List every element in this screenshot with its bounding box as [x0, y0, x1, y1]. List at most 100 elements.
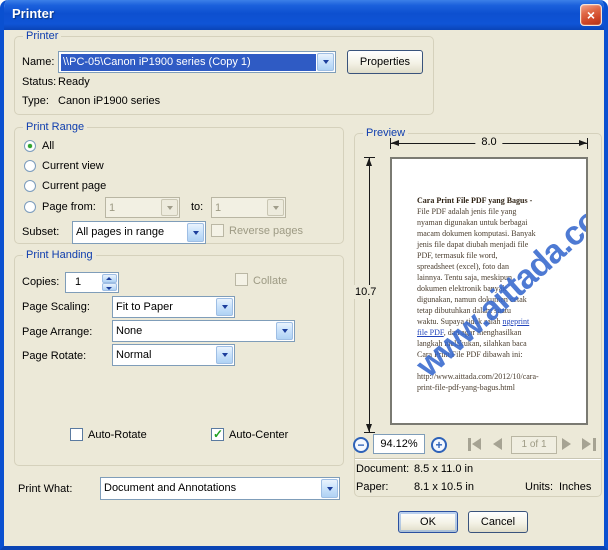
collate-checkbox	[235, 273, 248, 286]
minus-icon: −	[357, 438, 365, 452]
last-page-button[interactable]	[582, 438, 591, 450]
height-dimension-value: 10.7	[352, 285, 380, 299]
first-page-icon[interactable]	[468, 438, 471, 451]
spin-up-icon[interactable]	[102, 274, 117, 283]
cancel-button[interactable]: Cancel	[468, 511, 528, 533]
zoom-out-button[interactable]: −	[353, 437, 369, 453]
properties-button[interactable]: Properties	[347, 50, 423, 74]
width-dimension: 8.0	[390, 136, 588, 149]
zoom-level-value: 94.12%	[380, 438, 418, 450]
auto-center-label: Auto-Center	[229, 429, 289, 441]
radio-all-label: All	[42, 140, 55, 152]
auto-rotate-checkbox[interactable]	[70, 428, 83, 441]
collate-label: Collate	[253, 275, 288, 287]
last-page-icon[interactable]	[593, 438, 596, 451]
printer-name-label: Name:	[22, 56, 55, 68]
print-what-select[interactable]: Document and Annotations	[100, 477, 340, 500]
document-size-value: 8.5 x 11.0 in	[414, 463, 474, 475]
copies-stepper[interactable]: 1	[65, 272, 119, 293]
paper-size-value: 8.1 x 10.5 in	[414, 481, 474, 493]
printer-name-value: \\PC-05\Canon iP1900 series (Copy 1)	[61, 54, 316, 71]
chevron-down-icon[interactable]	[216, 298, 233, 316]
radio-current-page[interactable]	[24, 180, 36, 192]
subset-select[interactable]: All pages in range	[72, 221, 206, 244]
page-from-input: 1	[105, 197, 180, 218]
chevron-down-icon[interactable]	[317, 53, 334, 71]
units-value: Inches	[559, 481, 592, 493]
ok-button-label: OK	[420, 516, 436, 528]
zoom-level-input[interactable]: 94.12%	[373, 434, 425, 454]
spin-down-icon[interactable]	[102, 282, 117, 291]
radio-all[interactable]	[24, 140, 36, 152]
print-what-value: Document and Annotations	[104, 482, 237, 494]
next-page-button[interactable]	[562, 438, 571, 450]
page-arrange-select[interactable]: None	[112, 320, 295, 342]
preview-page: Cara Print File PDF yang Bagus - File PDF…	[390, 157, 588, 425]
auto-rotate-label: Auto-Rotate	[88, 429, 147, 441]
printer-type-value: Canon iP1900 series	[58, 95, 161, 107]
reverse-pages-checkbox	[211, 224, 224, 237]
first-page-button[interactable]	[472, 438, 481, 450]
page-rotate-label: Page Rotate:	[22, 350, 87, 362]
chevron-down-icon	[267, 199, 284, 216]
radio-current-view-label: Current view	[42, 160, 104, 172]
page-scaling-label: Page Scaling:	[22, 301, 90, 313]
page-rotate-select[interactable]: Normal	[112, 344, 235, 366]
printer-dialog: Printer × Printer Name: \\PC-05\Canon iP…	[0, 0, 608, 550]
printer-type-label: Type:	[22, 95, 49, 107]
page-from-label: Page from:	[42, 201, 96, 213]
print-range-group-label: Print Range	[23, 121, 88, 133]
document-size-label: Document:	[356, 463, 410, 475]
reverse-pages-label: Reverse pages	[229, 225, 303, 237]
subset-label: Subset:	[22, 226, 60, 238]
radio-page-from[interactable]	[24, 201, 36, 213]
copies-value: 1	[75, 276, 82, 288]
printer-status-value: Ready	[58, 76, 90, 88]
print-handling-group-label: Print Handing	[23, 249, 96, 261]
zoom-in-button[interactable]: +	[431, 437, 447, 453]
radio-current-view[interactable]	[24, 160, 36, 172]
ok-button[interactable]: OK	[398, 511, 458, 533]
chevron-down-icon	[161, 199, 178, 216]
properties-button-label: Properties	[359, 56, 411, 68]
page-arrange-value: None	[116, 325, 143, 337]
page-arrange-label: Page Arrange:	[22, 326, 93, 338]
page-from-value: 1	[109, 202, 116, 214]
window-title: Printer	[12, 6, 54, 21]
page-scaling-value: Fit to Paper	[116, 301, 173, 313]
page-rotate-value: Normal	[116, 349, 152, 361]
previous-page-button[interactable]	[493, 438, 502, 450]
chevron-down-icon[interactable]	[216, 346, 233, 364]
close-icon: ×	[586, 7, 596, 23]
chevron-down-icon[interactable]	[187, 223, 204, 242]
page-indicator-value: 1 of 1	[521, 439, 547, 450]
title-bar[interactable]: Printer ×	[4, 0, 604, 30]
chevron-down-icon[interactable]	[321, 479, 338, 498]
auto-center-checkbox[interactable]	[211, 427, 224, 441]
page-scaling-select[interactable]: Fit to Paper	[112, 296, 235, 318]
copies-label: Copies:	[22, 276, 60, 288]
chevron-down-icon[interactable]	[276, 322, 293, 340]
page-to-value: 1	[215, 202, 222, 214]
to-label: to:	[191, 201, 204, 213]
cancel-button-label: Cancel	[480, 516, 516, 528]
page-indicator-field[interactable]: 1 of 1	[511, 436, 557, 454]
preview-separator	[355, 458, 601, 460]
radio-current-page-label: Current page	[42, 180, 107, 192]
print-what-label: Print What:	[18, 483, 73, 495]
plus-icon: +	[435, 438, 443, 452]
subset-value: All pages in range	[76, 226, 165, 238]
arrow-left-icon	[391, 140, 399, 146]
close-button[interactable]: ×	[580, 4, 602, 26]
printer-status-label: Status:	[22, 76, 57, 88]
units-label: Units:	[525, 481, 554, 493]
arrow-right-icon	[579, 140, 587, 146]
page-to-input: 1	[211, 197, 286, 218]
paper-size-label: Paper:	[356, 481, 389, 493]
arrow-down-icon	[366, 424, 372, 432]
printer-group-label: Printer	[23, 30, 62, 42]
printer-name-select[interactable]: \\PC-05\Canon iP1900 series (Copy 1)	[58, 51, 336, 73]
arrow-up-icon	[366, 158, 372, 166]
width-dimension-value: 8.0	[475, 136, 503, 148]
height-dimension: 10.7	[352, 157, 380, 433]
